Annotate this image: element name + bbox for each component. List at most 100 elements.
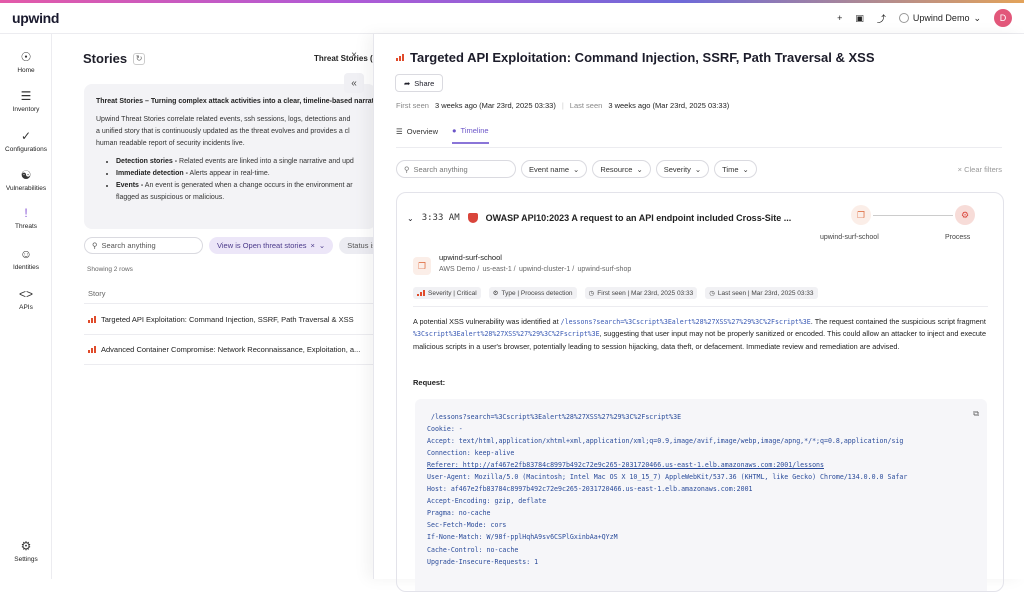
request-line: Connection: keep-alive (427, 449, 515, 458)
org-selector[interactable]: Upwind Demo ⌄ (898, 12, 981, 24)
refresh-icon[interactable]: ↻ (133, 52, 146, 65)
nav-item-vulnerabilities[interactable]: ☯ Vulnerabilities (0, 168, 52, 192)
nav-item-threats[interactable]: ! Threats (0, 206, 52, 230)
request-line: Sec-Fetch-Mode: cors (427, 521, 507, 530)
filter-time[interactable]: Time ⌄ (714, 160, 757, 178)
severity-icon (88, 346, 96, 353)
sliders-icon: ⚙ (20, 539, 32, 553)
filter-chip-view[interactable]: View is Open threat stories × ⌄ (209, 237, 334, 254)
code-snippet: %3Cscript%3Ealert%28%27XSS%27%29%3C%2Fsc… (413, 330, 600, 339)
severity-icon (396, 54, 404, 61)
severity-badge: Severity | Critical (413, 287, 481, 299)
info-bullet: Immediate detection - Alerts appear in r… (116, 168, 364, 180)
run-icon[interactable]: ⤴ (877, 12, 886, 25)
request-line: Host: af467e2fb83784c8997b492c72e9c265-2… (427, 485, 753, 494)
detail-tabs: ☰ Overview ● Timeline (396, 126, 489, 144)
alert-icon: ! (24, 206, 28, 220)
info-text: Upwind Threat Stories correlate related … (96, 116, 351, 123)
gear-icon[interactable]: ⚙ (955, 205, 975, 225)
filter-severity[interactable]: Severity ⌄ (655, 160, 710, 178)
double-chevron-left-icon: « (351, 77, 357, 89)
list-icon: ☰ (396, 127, 403, 136)
last-seen-badge: ◷ Last seen | Mar 23rd, 2025 03:33 (705, 287, 818, 299)
timeline-filters: ⚲ Search anything Event name ⌄ Resource ⌄ S… (396, 160, 1002, 178)
left-nav: ☉ Home ☰ Inventory ✓ Configurations ☯ Vulner… (0, 34, 52, 579)
divider (413, 306, 988, 307)
nav-item-identities[interactable]: ☺ Identities (0, 247, 52, 271)
seen-info: First seen 3 weeks ago (Mar 23rd, 2025 0… (396, 101, 730, 110)
app-logo[interactable]: upwind (12, 10, 59, 26)
info-text: a unified story that is continuously upd… (96, 128, 350, 135)
search-icon: ⚲ (404, 164, 410, 174)
event-title: OWASP API10:2023 A request to an API end… (485, 213, 792, 223)
chevron-down-icon[interactable]: ⌄ (407, 214, 414, 223)
avatar[interactable]: D (994, 9, 1012, 27)
info-box: Threat Stories – Turning complex attack … (84, 84, 376, 229)
timeline-icon: ● (452, 126, 457, 135)
resource-info: ❐ upwind-surf-school AWS Demo / us-east-… (413, 253, 631, 275)
event-header[interactable]: ⌄ 3:33 AM OWASP API10:2023 A request to … (407, 213, 791, 223)
expand-panel-button[interactable]: « (344, 73, 364, 93)
clear-filters-button[interactable]: × Clear filters (958, 165, 1002, 174)
share-button[interactable]: ➦ Share (395, 74, 444, 92)
clock-icon: ◷ (588, 290, 595, 297)
close-icon: × (351, 49, 357, 61)
request-line: Referer: http://af467e2fb83784c8997b492c… (427, 461, 824, 470)
inventory-icon: ☰ (20, 89, 32, 103)
timeline-event-card: ⌄ 3:33 AM OWASP API10:2023 A request to … (396, 192, 1004, 592)
tab-overview[interactable]: ☰ Overview (396, 126, 438, 144)
nav-item-apis[interactable]: <> APIs (0, 287, 52, 311)
severity-icon (88, 316, 96, 323)
request-line: Pragma: no-cache (427, 509, 491, 518)
nav-item-home[interactable]: ☉ Home (0, 50, 52, 74)
plus-icon[interactable]: + (837, 13, 842, 23)
share-icon: ➦ (404, 78, 411, 88)
container-icon[interactable]: ❐ (851, 205, 871, 225)
timeline-search-input[interactable]: ⚲ Search anything (396, 160, 516, 178)
close-icon[interactable]: × (311, 241, 315, 250)
check-icon: ✓ (20, 129, 32, 143)
code-snippet: /lessons?search=%3Cscript%3Ealert%28%27X… (560, 318, 811, 326)
table-row[interactable]: Targeted API Exploitation: Command Injec… (84, 305, 374, 335)
chevron-down-icon: ⌄ (636, 164, 643, 174)
request-line: Upgrade-Insecure-Requests: 1 (427, 557, 539, 566)
chevron-down-icon: ⌄ (973, 12, 981, 23)
request-label: Request: (413, 378, 446, 387)
request-line: Cookie: - (427, 425, 463, 434)
nav-item-settings[interactable]: ⚙ Settings (0, 539, 52, 563)
container-icon: ❐ (413, 257, 431, 275)
request-line: User-Agent: Mozilla/5.0 (Macintosh; Inte… (427, 473, 908, 482)
chevron-down-icon: ⌄ (318, 241, 326, 250)
column-header-story[interactable]: Story (84, 284, 374, 304)
tab-timeline[interactable]: ● Timeline (452, 126, 489, 144)
table-row[interactable]: Advanced Container Compromise: Network R… (84, 335, 374, 365)
copy-icon[interactable]: ⧉ (973, 408, 979, 420)
org-name: Upwind Demo (912, 13, 970, 23)
request-line: Accept: text/html,application/xhtml+xml,… (427, 437, 904, 446)
filter-event-name[interactable]: Event name ⌄ (521, 160, 588, 178)
page-title: Stories ↻ (83, 51, 146, 66)
chevron-down-icon: ⌄ (573, 164, 580, 174)
type-badge: ⚙ Type | Process detection (488, 287, 577, 299)
stories-toolbar: ⚲ Search anything View is Open threat st… (84, 237, 384, 254)
event-graph: ❐ ⚙ upwind-surf-school Process (817, 205, 997, 250)
nav-item-configurations[interactable]: ✓ Configurations (0, 129, 52, 153)
severity-icon (417, 290, 425, 296)
stories-search-input[interactable]: ⚲ Search anything (84, 237, 203, 254)
graph-edge (873, 215, 953, 216)
event-time: 3:33 AM (421, 213, 460, 223)
stories-panel: Stories ↻ Threat Stories (59) Threat Sto… (52, 34, 384, 579)
filter-resource[interactable]: Resource ⌄ (592, 160, 651, 178)
close-panel-button[interactable]: × (344, 45, 364, 65)
chevron-down-icon: ⌄ (694, 164, 702, 174)
request-line: If-None-Match: W/98f-pplHqhA9sv6CSPlGxin… (427, 533, 618, 542)
gear-icon: ⚙ (492, 290, 499, 297)
story-title: Targeted API Exploitation: Command Injec… (396, 50, 874, 65)
clock-icon: ◷ (709, 290, 715, 297)
resource-name[interactable]: upwind-surf-school (439, 253, 631, 262)
divider (396, 147, 1002, 148)
book-icon[interactable]: ▣ (855, 13, 864, 24)
shield-icon (467, 213, 478, 223)
event-description: A potential XSS vulnerability was identi… (413, 317, 987, 351)
nav-item-inventory[interactable]: ☰ Inventory (0, 89, 52, 113)
